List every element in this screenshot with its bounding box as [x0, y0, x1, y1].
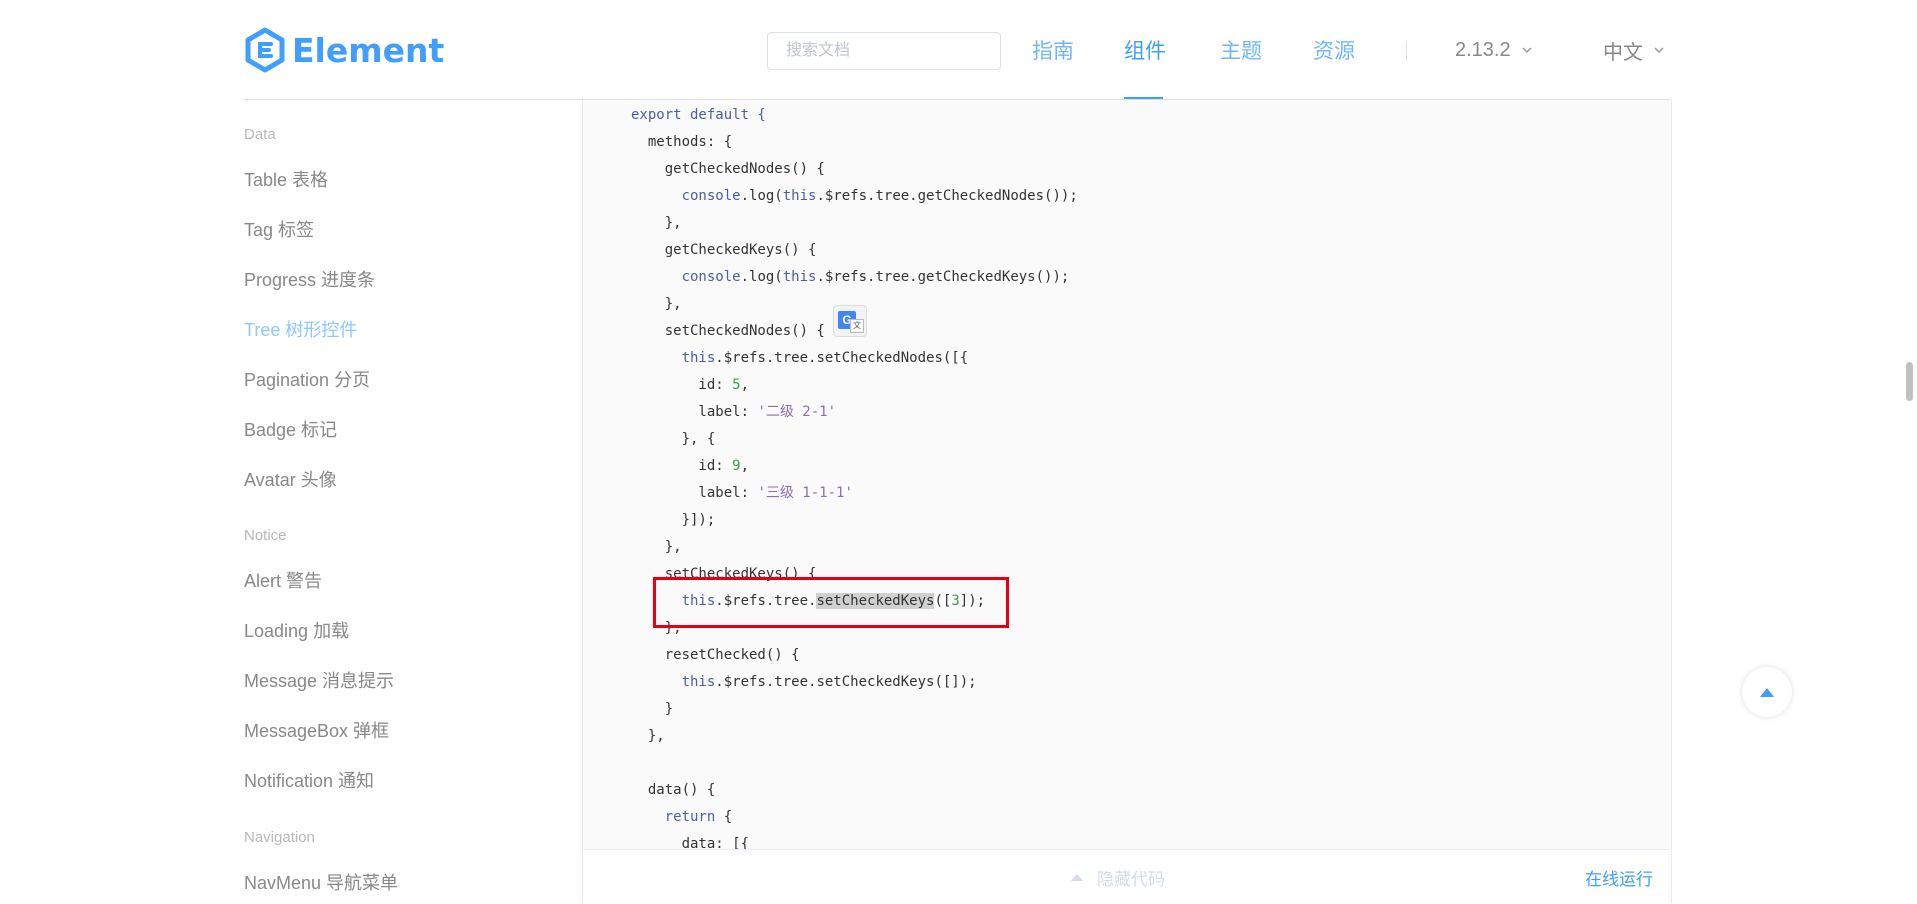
sidebar-item-badge[interactable]: Badge 标记 — [244, 416, 337, 442]
sidebar-item-tree[interactable]: Tree 树形控件 — [244, 316, 357, 342]
code-line: label: '三级 1-1-1' — [631, 485, 853, 501]
translate-a-glyph: 文 — [850, 319, 864, 333]
sidebar-item-messagebox[interactable]: MessageBox 弹框 — [244, 717, 389, 743]
code-line: console.log(this.$refs.tree.getCheckedNo… — [681, 188, 1078, 204]
hide-code-button[interactable]: 隐藏代码 — [1071, 850, 1165, 904]
code-line: setCheckedNodes() { — [631, 323, 825, 339]
google-translate-icon[interactable]: G 文 — [833, 305, 867, 337]
sidebar-item-alert[interactable]: Alert 警告 — [244, 567, 322, 593]
sidebar-item-table[interactable]: Table 表格 — [244, 166, 328, 192]
version-dropdown[interactable]: 2.13.2 — [1455, 0, 1533, 100]
sidebar-nav: Data Table 表格 Tag 标签 Progress 进度条 Tree 树… — [244, 100, 574, 903]
element-logo[interactable]: Element — [244, 25, 444, 75]
code-line: }, — [631, 728, 665, 744]
chevron-down-icon — [1654, 47, 1664, 54]
run-online-button[interactable]: 在线运行 — [1585, 850, 1653, 904]
code-line: methods: { — [631, 134, 733, 150]
sidebar-item-navmenu[interactable]: NavMenu 导航菜单 — [244, 869, 398, 895]
code-block[interactable]: export default { methods: { getCheckedNo… — [582, 100, 1672, 903]
code-line: }]); — [631, 512, 716, 528]
nav-theme[interactable]: 主题 — [1220, 0, 1262, 100]
code-line: this.$refs.tree.setCheckedKeys([]); — [681, 674, 977, 690]
caret-up-icon — [1071, 873, 1083, 881]
code-line: data() { — [631, 782, 716, 798]
nav-guide[interactable]: 指南 — [1032, 0, 1074, 100]
sidebar-item-loading[interactable]: Loading 加载 — [244, 617, 349, 643]
sidebar-item-message[interactable]: Message 消息提示 — [244, 667, 394, 693]
back-to-top-button[interactable] — [1742, 667, 1792, 717]
code-content[interactable]: export default { methods: { getCheckedNo… — [631, 102, 1078, 858]
code-line: id: 5, — [631, 377, 750, 393]
language-dropdown[interactable]: 中文 — [1603, 0, 1665, 100]
demo-control-bar: 隐藏代码 在线运行 — [583, 849, 1669, 904]
code-line: } — [631, 701, 674, 717]
chevron-down-icon — [1522, 47, 1532, 54]
nav-divider — [1406, 41, 1407, 61]
code-line: }, — [631, 539, 682, 555]
code-line: return { — [664, 809, 733, 825]
nav-components[interactable]: 组件 — [1124, 0, 1166, 100]
sidebar-item-progress[interactable]: Progress 进度条 — [244, 266, 375, 292]
sidebar-item-tag[interactable]: Tag 标签 — [244, 216, 314, 242]
code-line: this.$refs.tree.setCheckedNodes([{ — [681, 350, 969, 366]
search-input[interactable] — [767, 32, 1001, 70]
language-label: 中文 — [1603, 41, 1643, 64]
caret-up-icon — [1760, 687, 1774, 697]
code-line: getCheckedKeys() { — [631, 242, 817, 258]
code-line: getCheckedNodes() { — [631, 161, 825, 177]
hexagon-logo-icon — [245, 27, 285, 73]
sidebar-group-notice: Notice — [244, 527, 287, 544]
annotation-highlight-box — [653, 577, 1009, 628]
version-label: 2.13.2 — [1455, 38, 1511, 61]
sidebar-group-data: Data — [244, 126, 276, 143]
code-line: }, { — [631, 431, 716, 447]
top-header: Element 指南 组件 主题 资源 2.13.2 中文 — [0, 0, 1917, 100]
sidebar-item-pagination[interactable]: Pagination 分页 — [244, 366, 370, 392]
sidebar-group-navigation: Navigation — [244, 829, 315, 846]
code-line: id: 9, — [631, 458, 750, 474]
code-line: resetChecked() { — [631, 647, 800, 663]
hide-code-label: 隐藏代码 — [1097, 869, 1165, 889]
code-line: console.log(this.$refs.tree.getCheckedKe… — [681, 269, 1070, 285]
sidebar-item-avatar[interactable]: Avatar 头像 — [244, 466, 337, 492]
code-line: export default { — [631, 107, 766, 123]
sidebar-item-notification[interactable]: Notification 通知 — [244, 767, 374, 793]
logo-text: Element — [292, 30, 445, 70]
code-line: }, — [631, 215, 682, 231]
page-scrollbar[interactable] — [1906, 362, 1913, 401]
code-line: }, — [631, 296, 682, 312]
code-line: label: '二级 2-1' — [631, 404, 837, 420]
nav-resources[interactable]: 资源 — [1313, 0, 1355, 100]
